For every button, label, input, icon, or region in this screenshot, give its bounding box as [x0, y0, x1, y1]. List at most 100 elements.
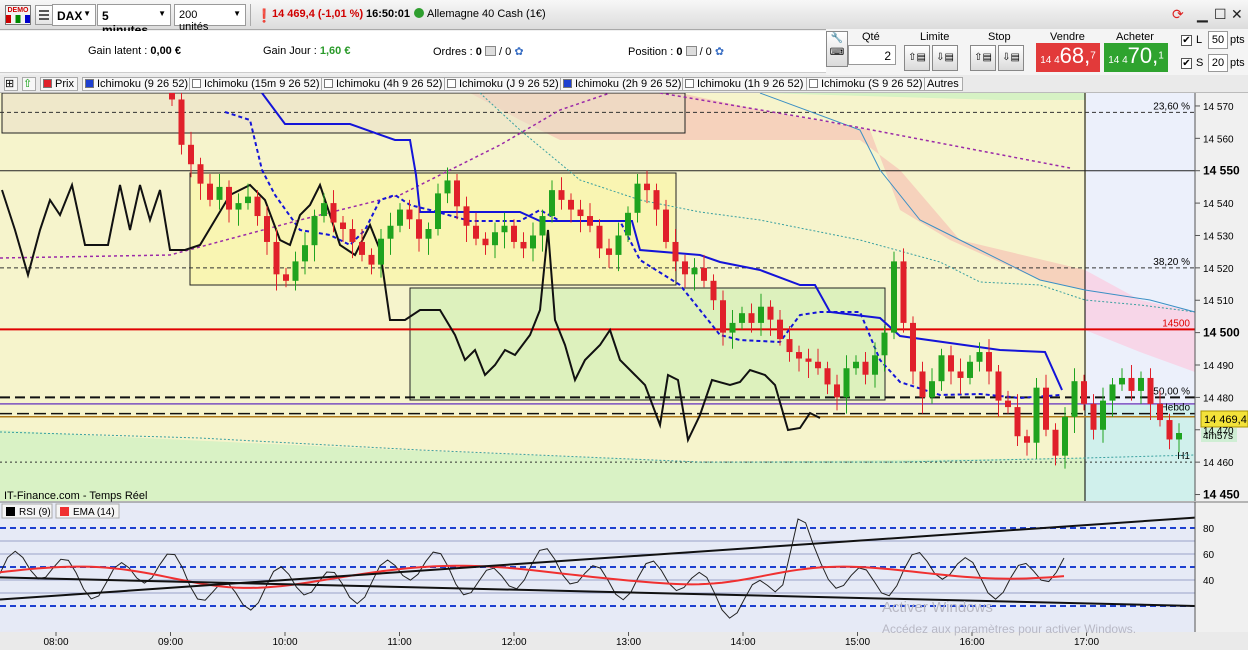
- candle-body: [511, 225, 517, 242]
- instrument-select[interactable]: DAX ▼: [52, 4, 96, 26]
- limit-checkbox[interactable]: ✔: [1181, 35, 1192, 46]
- y-tick-label: 14 490: [1203, 361, 1234, 372]
- candle-body: [207, 183, 213, 200]
- zone-rect-1: [1, 93, 686, 134]
- candle-body: [321, 203, 327, 217]
- candle-body: [615, 235, 622, 255]
- qty-input[interactable]: 2: [848, 45, 896, 65]
- x-tick-label: 08:00: [43, 637, 68, 648]
- candle-body: [729, 322, 736, 333]
- refresh-icon[interactable]: ⟳: [1172, 6, 1184, 23]
- clock-time: 16:50:01: [366, 8, 411, 20]
- candle-body: [454, 180, 460, 207]
- maximize-icon[interactable]: ☐: [1214, 6, 1227, 23]
- legend-ichimoku-4[interactable]: Ichimoku (2h 9 26 52): [560, 77, 686, 91]
- legend-item-label: Ichimoku (1h 9 26 52): [697, 78, 804, 90]
- sell-limit-button[interactable]: ⇩▤: [932, 45, 958, 71]
- alert-icon[interactable]: ❗: [256, 8, 272, 24]
- sell-button[interactable]: 14 468,7: [1036, 43, 1100, 72]
- candle-body: [739, 313, 745, 323]
- limit-short-label: L: [1196, 34, 1203, 46]
- x-tick-label: 11:00: [387, 637, 412, 648]
- chevron-down-icon: ▼: [233, 9, 241, 18]
- expand-icon[interactable]: ⊞: [4, 77, 18, 91]
- legend-prix[interactable]: Prix: [40, 77, 78, 91]
- candle-body: [568, 199, 574, 210]
- candle-body: [606, 248, 612, 255]
- legend-item-label: Ichimoku (J 9 26 52): [459, 78, 559, 90]
- level-label: H1: [1177, 451, 1190, 462]
- stop-points-input[interactable]: 20: [1208, 54, 1228, 72]
- candle-body: [1024, 436, 1030, 443]
- candle-body: [853, 361, 859, 369]
- order-panel: 🔧 ⌨ Qté 2 Limite ⇧▤ ⇩▤ Stop ⇧▤ ⇩▤ Vendre …: [826, 29, 1248, 75]
- legend-ichimoku-3[interactable]: Ichimoku (J 9 26 52): [444, 77, 563, 91]
- limit-points-input[interactable]: 50: [1208, 31, 1228, 49]
- sell-stop-button[interactable]: ⇩▤: [998, 45, 1024, 71]
- buy-button[interactable]: 14 470,1: [1104, 43, 1168, 72]
- candle-body: [311, 216, 318, 246]
- close-icon[interactable]: ✕: [1231, 6, 1243, 23]
- candle-body: [881, 332, 888, 356]
- y-tick-label: 14 480: [1203, 393, 1234, 404]
- candle-body: [1062, 416, 1068, 456]
- buy-stop-button[interactable]: ⇧▤: [970, 45, 996, 71]
- candle-body: [302, 245, 308, 262]
- candle-body: [463, 206, 470, 226]
- legend-autres[interactable]: Autres: [924, 77, 963, 91]
- limit-label: Limite: [920, 31, 950, 43]
- gain-jour-value: 1,60 €: [319, 45, 351, 57]
- candle-body: [1157, 403, 1163, 421]
- candle-body: [1166, 420, 1173, 440]
- candle-body: [758, 306, 764, 323]
- candle-body: [891, 261, 897, 333]
- candle-body: [967, 361, 973, 378]
- legend-ichimoku-2[interactable]: Ichimoku (4h 9 26 52): [321, 77, 447, 91]
- gear-icon[interactable]: ✿: [715, 46, 724, 58]
- price-chart[interactable]: 23,60 % 38,20 % 14500 50,00 % Hebdo H1 14 469…: [0, 93, 1248, 650]
- top-toolbar: DEMO DAX ▼ 5 minutes ▼ 200 unités ▼ ❗ 14 46…: [0, 0, 1248, 37]
- candle-body: [330, 203, 337, 223]
- buy-limit-button[interactable]: ⇧▤: [904, 45, 930, 71]
- swatch-icon: [324, 79, 333, 88]
- gain-latent-value: 0,00 €: [150, 45, 181, 57]
- legend-ichimoku-5[interactable]: Ichimoku (1h 9 26 52): [682, 77, 808, 91]
- candle-body: [672, 241, 679, 262]
- x-tick-label: 17:00: [1074, 637, 1099, 648]
- stop-checkbox[interactable]: ✔: [1181, 58, 1192, 69]
- sell-price-main: 68,: [1059, 43, 1091, 68]
- account-info-bar: Gain latent : 0,00 € Gain Jour : 1,60 € …: [0, 31, 826, 73]
- swatch-icon: [192, 79, 201, 88]
- candle-body: [786, 339, 793, 353]
- orders-box-icon[interactable]: [484, 46, 496, 56]
- minimize-icon[interactable]: ▁: [1197, 6, 1208, 23]
- level-label: 23,60 %: [1153, 101, 1190, 112]
- legend-ichimoku-0[interactable]: Ichimoku (9 26 52): [82, 77, 193, 91]
- position-count: 0: [676, 46, 683, 58]
- list-icon[interactable]: [35, 5, 53, 25]
- candle-body: [1176, 433, 1182, 440]
- candle-body: [444, 180, 451, 194]
- up-arrow-icon[interactable]: ⇧: [22, 77, 36, 91]
- candle-body: [530, 235, 536, 249]
- candle-body: [558, 190, 565, 200]
- timeframe-select[interactable]: 5 minutes ▼: [97, 4, 171, 37]
- orders-count: 0: [475, 46, 482, 58]
- candle-body: [1014, 407, 1021, 437]
- candle-body: [1005, 400, 1011, 408]
- legend-ichimoku-6[interactable]: Ichimoku (S 9 26 52): [806, 77, 927, 91]
- legend-ichimoku-1[interactable]: Ichimoku (15m 9 26 52): [189, 77, 324, 91]
- wrench-icon[interactable]: 🔧 ⌨: [826, 31, 848, 67]
- y-tick-label: 14 450: [1203, 488, 1240, 502]
- x-tick-label: 10:00: [272, 637, 297, 648]
- candle-body: [1043, 387, 1049, 430]
- candle-body: [292, 261, 299, 281]
- swatch-icon: [447, 79, 456, 88]
- orders-summary[interactable]: Ordres : 0 / 0 ✿: [433, 45, 524, 58]
- windows-watermark-title: Activer Windows: [882, 599, 993, 616]
- candle-body: [283, 274, 289, 281]
- position-summary[interactable]: Position : 0 / 0 ✿: [628, 45, 724, 58]
- position-box-icon[interactable]: [685, 46, 697, 56]
- gear-icon[interactable]: ✿: [514, 46, 523, 58]
- units-select[interactable]: 200 unités ▼: [174, 4, 246, 33]
